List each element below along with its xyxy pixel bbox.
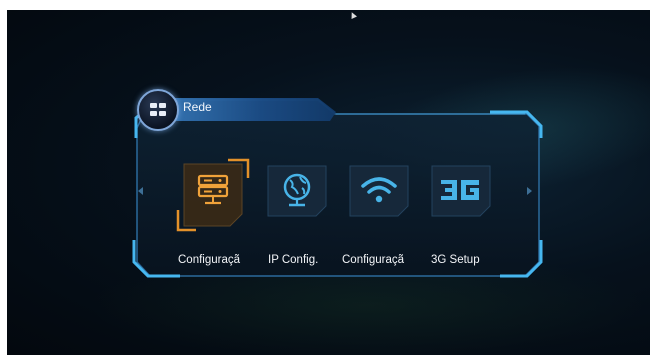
tile-label-wifi-config: Configuraçã	[342, 254, 405, 266]
tile-network-config[interactable]	[176, 158, 250, 232]
tile-label-3g-setup: 3G Setup	[431, 254, 480, 266]
menu-badge-icon	[137, 89, 179, 131]
wifi-icon	[361, 177, 397, 203]
tile-ip-config[interactable]	[264, 162, 330, 218]
3g-icon	[441, 180, 479, 200]
tile-label-ip-config: IP Config.	[268, 254, 319, 266]
scroll-right-arrow-icon[interactable]	[527, 187, 532, 195]
tile-label-network-config: Configuraçã	[178, 254, 241, 266]
window-title: Rede	[183, 100, 212, 114]
globe-icon	[283, 173, 311, 207]
tile-3g-setup[interactable]	[428, 162, 494, 218]
server-icon	[197, 174, 229, 205]
scroll-left-arrow-icon[interactable]	[138, 187, 143, 195]
tile-wifi-config[interactable]	[346, 162, 412, 218]
